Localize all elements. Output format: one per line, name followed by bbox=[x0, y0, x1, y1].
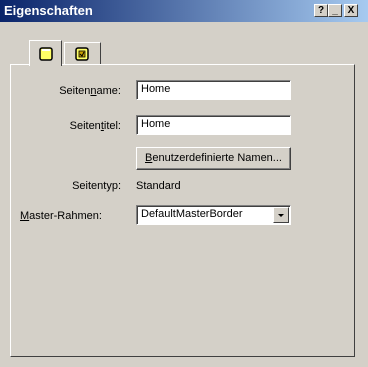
page-icon bbox=[39, 47, 53, 61]
close-button[interactable]: X bbox=[344, 4, 358, 17]
seitentyp-label: Seitentyp: bbox=[72, 180, 121, 192]
master-rahmen-select[interactable]: DefaultMasterBorder bbox=[136, 205, 291, 225]
chevron-down-icon[interactable] bbox=[273, 207, 289, 223]
dialog-title: Eigenschaften bbox=[4, 3, 93, 18]
minimize-button[interactable]: _ bbox=[328, 4, 342, 17]
frame-icon bbox=[75, 47, 89, 61]
seitentitel-label: Seitentitel: bbox=[69, 120, 121, 132]
seitentyp-value: Standard bbox=[136, 180, 181, 192]
properties-dialog: Eigenschaften ? _ X Seitenname: Home Sei… bbox=[0, 0, 368, 367]
master-rahmen-label: Master-Rahmen: bbox=[20, 210, 102, 222]
custom-names-button[interactable]: Benutzerdefinierte Namen... bbox=[136, 147, 291, 170]
tab-frame[interactable] bbox=[64, 42, 101, 64]
seitenname-input[interactable]: Home bbox=[136, 80, 291, 100]
seitentitel-input[interactable]: Home bbox=[136, 115, 291, 135]
master-rahmen-value: DefaultMasterBorder bbox=[141, 208, 243, 220]
help-button[interactable]: ? bbox=[314, 4, 328, 17]
tab-page[interactable] bbox=[29, 40, 62, 66]
seitenname-label: Seitenname: bbox=[59, 85, 121, 97]
title-bar[interactable]: Eigenschaften ? _ X bbox=[0, 0, 368, 22]
